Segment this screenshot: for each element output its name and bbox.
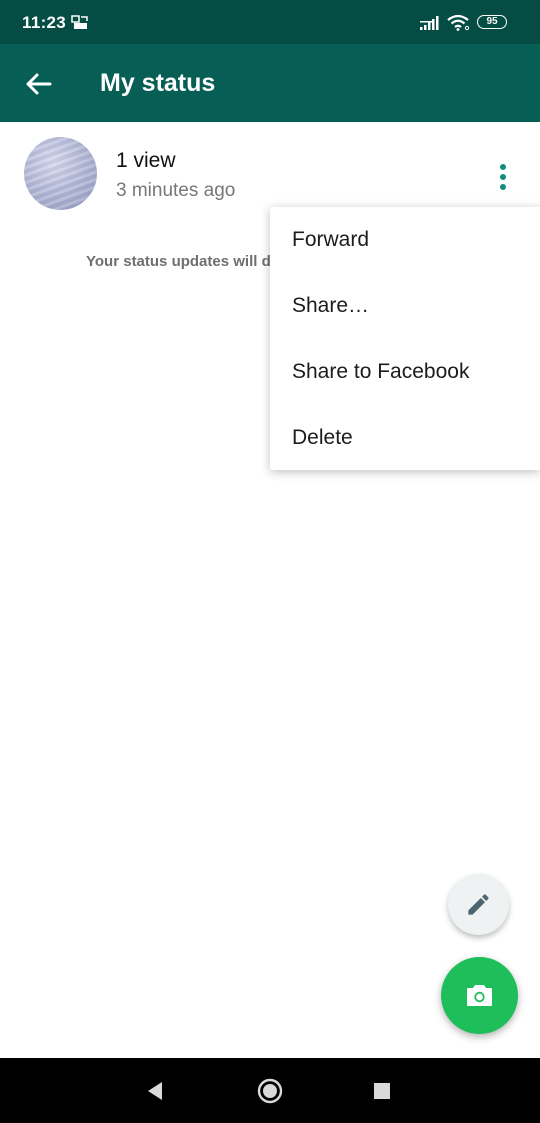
- text-status-button[interactable]: [448, 874, 509, 935]
- system-nav-bar: [0, 1058, 540, 1123]
- status-time: 11:23: [22, 13, 67, 32]
- arrow-left-icon: [26, 73, 52, 95]
- menu-item-forward[interactable]: Forward: [270, 207, 540, 273]
- app-bar: My status: [0, 44, 540, 122]
- status-info-text: Your status updates will d: [86, 253, 270, 270]
- camera-icon: [467, 985, 492, 1006]
- menu-item-share[interactable]: Share…: [270, 273, 540, 339]
- status-bar: 11:23 95: [0, 0, 540, 44]
- menu-item-delete[interactable]: Delete: [270, 405, 540, 471]
- more-vertical-icon: [500, 164, 506, 190]
- wifi-icon: [447, 14, 470, 36]
- notification-icon: [71, 15, 89, 35]
- more-options-button[interactable]: [491, 162, 515, 192]
- page-title: My status: [100, 69, 216, 97]
- recents-square-icon: [374, 1083, 390, 1099]
- back-triangle-icon: [148, 1082, 162, 1100]
- status-thumbnail[interactable]: [24, 137, 97, 210]
- view-count: 1 view: [116, 149, 176, 172]
- nav-back-button[interactable]: [146, 1081, 164, 1106]
- back-button[interactable]: [22, 69, 56, 99]
- signal-icon: [420, 16, 440, 35]
- nav-recents-button[interactable]: [374, 1083, 390, 1104]
- context-menu: Forward Share… Share to Facebook Delete: [270, 207, 540, 470]
- battery-icon: 95: [477, 15, 507, 29]
- camera-status-button[interactable]: [441, 957, 518, 1034]
- menu-item-share-to-facebook[interactable]: Share to Facebook: [270, 339, 540, 405]
- nav-home-button[interactable]: [257, 1078, 283, 1109]
- status-timestamp: 3 minutes ago: [116, 180, 236, 201]
- pencil-icon: [468, 894, 489, 915]
- home-circle-icon: [257, 1078, 283, 1104]
